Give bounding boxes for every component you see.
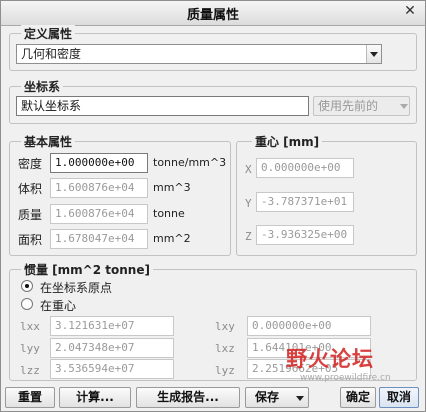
use-previous-select[interactable]: 使用先前的 [313, 96, 410, 116]
forum-watermark: 野火论坛 [286, 347, 374, 371]
ok-button[interactable]: 确定 [340, 387, 376, 408]
centroid-title: 重心 [mm] [252, 133, 323, 150]
radio-at-center-label[interactable]: 在重心 [40, 297, 76, 314]
use-previous-label: 使用先前的 [318, 99, 379, 113]
forum-watermark-url: www.proewildfire.cn [300, 373, 391, 383]
area-value: 1.678047e+04 [50, 229, 148, 249]
basic-props-title: 基本属性 [21, 133, 76, 150]
volume-value: 1.600876e+04 [50, 178, 148, 198]
definition-select-arrow[interactable] [366, 45, 381, 63]
cancel-button[interactable]: 取消 [379, 387, 419, 408]
coord-system-input[interactable]: 默认坐标系 [16, 96, 309, 116]
save-dropdown-button[interactable]: 保存 [245, 387, 309, 408]
area-unit: mm^2 [153, 232, 191, 245]
centroid-x-value: 0.000000e+00 [256, 158, 354, 178]
volume-label: 体积 [18, 182, 43, 196]
lxy-label: lxy [215, 320, 235, 333]
mass-unit: tonne [153, 207, 185, 220]
density-unit: tonne/mm^3 [153, 156, 227, 169]
lxz-label: lxz [215, 342, 235, 355]
centroid-x-label: X [245, 163, 252, 176]
reset-button[interactable]: 重置 [5, 387, 55, 408]
centroid-y-label: Y [245, 197, 252, 210]
coord-group-title: 坐标系 [21, 78, 64, 95]
radio-at-center[interactable] [21, 298, 33, 310]
chevron-down-icon [296, 396, 304, 401]
generate-report-button[interactable]: 生成报告... [136, 387, 240, 408]
lxx-value: 3.121631e+07 [50, 316, 174, 336]
chevron-down-icon [370, 52, 378, 57]
density-input[interactable]: 1.000000e+00 [50, 153, 148, 173]
window-title: 质量属性 [186, 8, 239, 23]
compute-button[interactable]: 计算... [59, 387, 131, 408]
density-label: 密度 [18, 157, 43, 171]
mass-value: 1.600876e+04 [50, 204, 148, 224]
close-icon[interactable]: ✕ [402, 3, 418, 21]
save-button-label: 保存 [255, 390, 280, 404]
volume-unit: mm^3 [153, 181, 191, 194]
lzz-label: lzz [20, 364, 40, 377]
lxx-label: lxx [20, 320, 40, 333]
definition-select[interactable]: 几何和密度 [16, 44, 382, 64]
radio-at-origin-label[interactable]: 在坐标系原点 [40, 279, 112, 296]
lyy-value: 2.047348e+07 [50, 338, 174, 358]
lyz-label: lyz [215, 364, 235, 377]
centroid-z-value: -3.936325e+00 [256, 225, 354, 245]
inertia-title: 惯量 [mm^2 tonne] [21, 261, 153, 278]
lxy-value: 0.000000e+00 [247, 316, 371, 336]
definition-group-title: 定义属性 [21, 25, 76, 42]
radio-at-origin[interactable] [21, 280, 33, 292]
centroid-y-value: -3.787371e+01 [256, 192, 354, 212]
chevron-down-icon [400, 104, 408, 109]
centroid-z-label: Z [245, 230, 252, 243]
lzz-value: 3.536594e+07 [50, 359, 174, 379]
definition-select-value: 几何和密度 [21, 47, 82, 61]
area-label: 面积 [18, 233, 43, 247]
mass-label: 质量 [18, 208, 43, 222]
lyy-label: lyy [20, 342, 40, 355]
